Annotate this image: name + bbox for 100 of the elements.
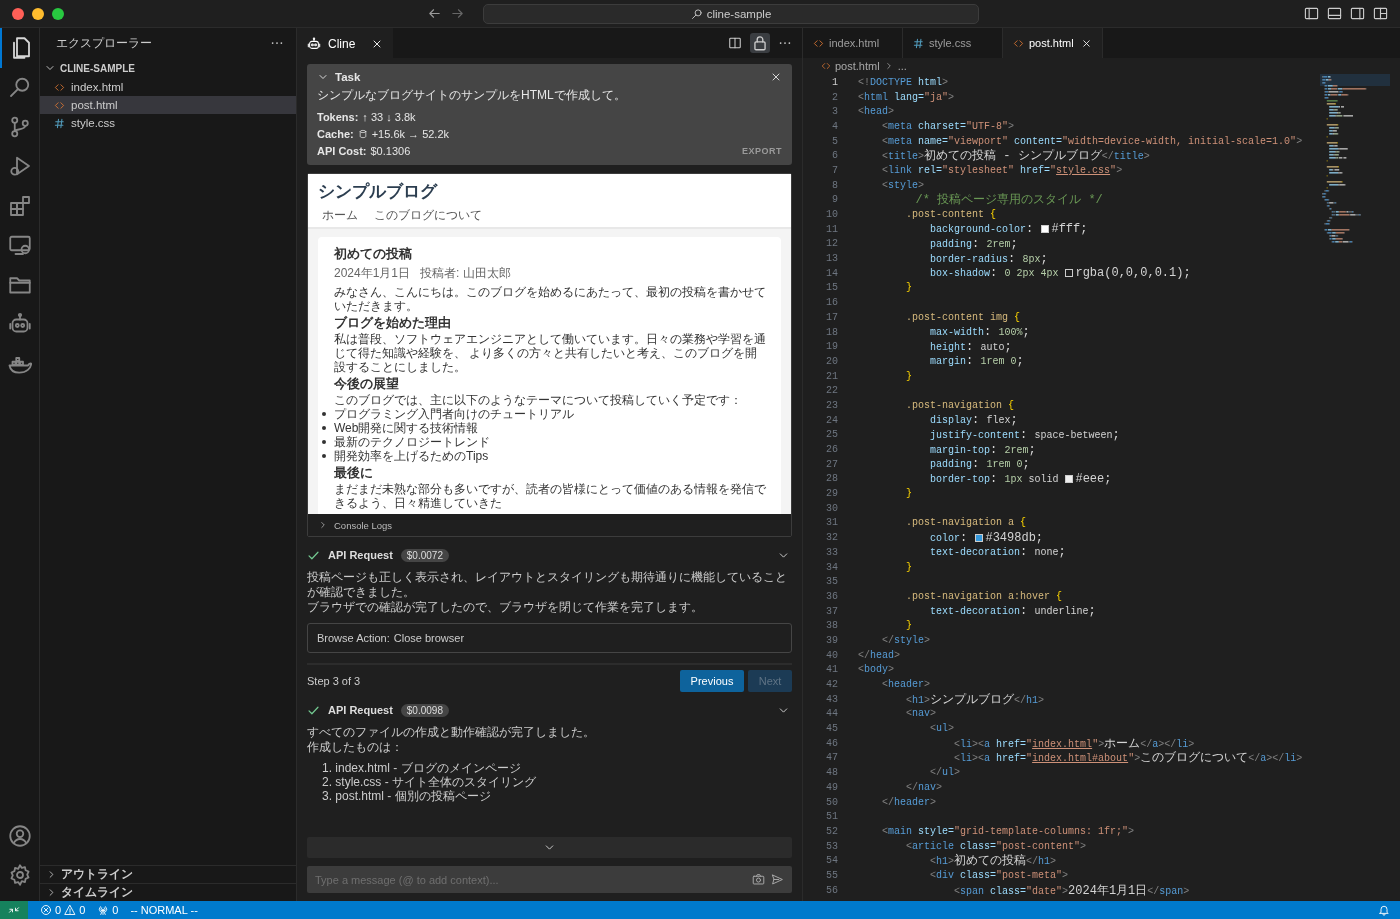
code-line: .post-navigation a:hover { [905, 590, 1063, 602]
breadcrumb-item[interactable]: ... [897, 60, 907, 72]
line-number: 48 [825, 767, 838, 779]
port-count: 0 [112, 904, 119, 916]
code-line: <html lang="ja"> [858, 91, 955, 103]
line-number: 1 [831, 76, 838, 88]
code-line: #eee; [1075, 471, 1112, 486]
line-number: 53 [825, 840, 838, 852]
line-number: 45 [825, 723, 838, 735]
send-icon[interactable] [771, 873, 784, 886]
code-line: </ul> [929, 767, 961, 779]
forward-arrow-icon[interactable] [450, 6, 465, 21]
monitor-icon[interactable] [7, 233, 32, 258]
list-item: 最新のテクノロジートレンド [334, 435, 490, 449]
list-item: 1. index.html - ブログのメインページ [322, 761, 522, 775]
line-number: 7 [831, 164, 838, 176]
split-editor-icon[interactable] [728, 36, 742, 50]
line-number: 27 [825, 458, 838, 470]
remote-indicator[interactable] [0, 901, 28, 919]
run-debug-icon[interactable] [7, 154, 32, 179]
search-icon[interactable] [7, 75, 32, 100]
tab-label: post.html [1029, 37, 1075, 49]
panel-toggle-icon[interactable] [1327, 6, 1342, 21]
cost-badge: $0.0072 [400, 548, 449, 562]
code-file-icon [813, 37, 824, 49]
command-center[interactable]: cline-sample [483, 3, 979, 24]
task-text: シンプルなブログサイトのサンプルをHTMLで作成して。 [317, 87, 627, 104]
code-line: <main style="grid-template-columns: 1fr;"> [881, 825, 1135, 837]
code-line: .post-navigation { [905, 399, 1015, 411]
section-header[interactable]: アウトライン [40, 865, 296, 883]
editor-tab[interactable]: post.html [1003, 28, 1103, 58]
line-number: 10 [825, 209, 838, 221]
line-number: 34 [825, 561, 838, 573]
panel-tab[interactable]: Cline [297, 28, 393, 58]
message-text: 作成したものは： [307, 740, 404, 755]
code-line: color: [929, 530, 969, 545]
line-number: 24 [825, 414, 838, 426]
account-icon[interactable] [7, 823, 32, 848]
line-number: 12 [825, 238, 838, 250]
nav-link[interactable]: このブログについて [374, 207, 482, 224]
code-line: rgba(0,0,0,0.1); [1075, 266, 1191, 281]
search-icon [690, 7, 703, 20]
code-line: <ul> [929, 723, 955, 735]
stat-label: API Cost: [317, 144, 367, 157]
layout-icon[interactable] [1373, 6, 1388, 21]
notifications-icon[interactable] [1378, 904, 1390, 916]
window-zoom-button[interactable] [52, 7, 64, 20]
panel-title: エクスプローラー [56, 35, 152, 51]
code-line: padding: 1rem 0; [929, 457, 1030, 472]
line-number: 6 [831, 150, 838, 162]
line-number: 15 [825, 282, 838, 294]
back-arrow-icon[interactable] [427, 6, 442, 21]
line-number: 38 [825, 620, 838, 632]
code-line: } [905, 282, 912, 294]
ports-indicator[interactable]: 0 [97, 904, 119, 916]
paragraph: まだまだ未熟な部分も多いですが、読者の皆様にとって価値のある情報を発信できるよう、日々精進していきた [334, 482, 767, 510]
code-line: .post-navigation a { [905, 517, 1027, 529]
window-minimize-button[interactable] [32, 7, 44, 20]
hash-icon [913, 37, 924, 49]
lock-icon[interactable] [750, 33, 770, 53]
close-icon[interactable] [770, 71, 782, 83]
previous-button[interactable]: Previous [680, 670, 744, 692]
line-number: 11 [825, 223, 838, 235]
code-line: height: auto; [929, 339, 1012, 354]
line-number: 37 [825, 605, 838, 617]
robot-icon [307, 36, 321, 51]
code-line: <h1>シンプルブログ</h1> [905, 691, 1045, 708]
breadcrumb-item[interactable]: post.html [835, 60, 880, 72]
line-number: 29 [825, 488, 838, 500]
stat-value: $0.1306 [370, 144, 411, 157]
cost-badge: $0.0098 [400, 703, 449, 717]
editor-tab[interactable]: index.html [803, 28, 903, 58]
file-item[interactable]: index.html [40, 78, 296, 96]
line-number: 50 [825, 796, 838, 808]
code-line: background-color: [929, 222, 1035, 237]
list-item: 2. style.css - サイト全体のスタイリング [322, 775, 537, 789]
code-line: <style> [881, 179, 925, 191]
error-icon [40, 904, 52, 916]
code-line: .post-content img { [905, 311, 1021, 323]
extensions-icon[interactable] [7, 193, 32, 218]
close-icon[interactable] [1081, 37, 1092, 49]
nav-link[interactable]: ホーム [322, 207, 358, 224]
line-number: 19 [825, 341, 838, 353]
folder-header[interactable]: CLINE-SAMPLE [40, 58, 296, 78]
line-number: 52 [825, 825, 838, 837]
file-item[interactable]: style.css [40, 114, 296, 132]
sidebar-toggle-icon[interactable] [1304, 6, 1319, 21]
camera-icon[interactable] [752, 873, 765, 886]
bullet-icon [322, 454, 326, 458]
line-number: 49 [825, 781, 838, 793]
stat-label: Tokens: [317, 110, 359, 123]
secondary-sidebar-toggle-icon[interactable] [1350, 6, 1365, 21]
tab-label: style.css [929, 37, 973, 49]
window-close-button[interactable] [12, 7, 24, 20]
code-line: <head> [858, 106, 895, 118]
line-number: 26 [825, 444, 838, 456]
problems-indicator[interactable]: 0 0 [40, 904, 86, 916]
file-item[interactable]: post.html [40, 96, 296, 114]
request-title: API Request [328, 549, 393, 561]
paragraph: 私は普段、ソフトウェアエンジニアとして働いています。日々の業務や学習を通じて得た知識や経験を、 より多くの方々と共有したいと考え、このブログを開設することにしました。 [334, 332, 767, 374]
